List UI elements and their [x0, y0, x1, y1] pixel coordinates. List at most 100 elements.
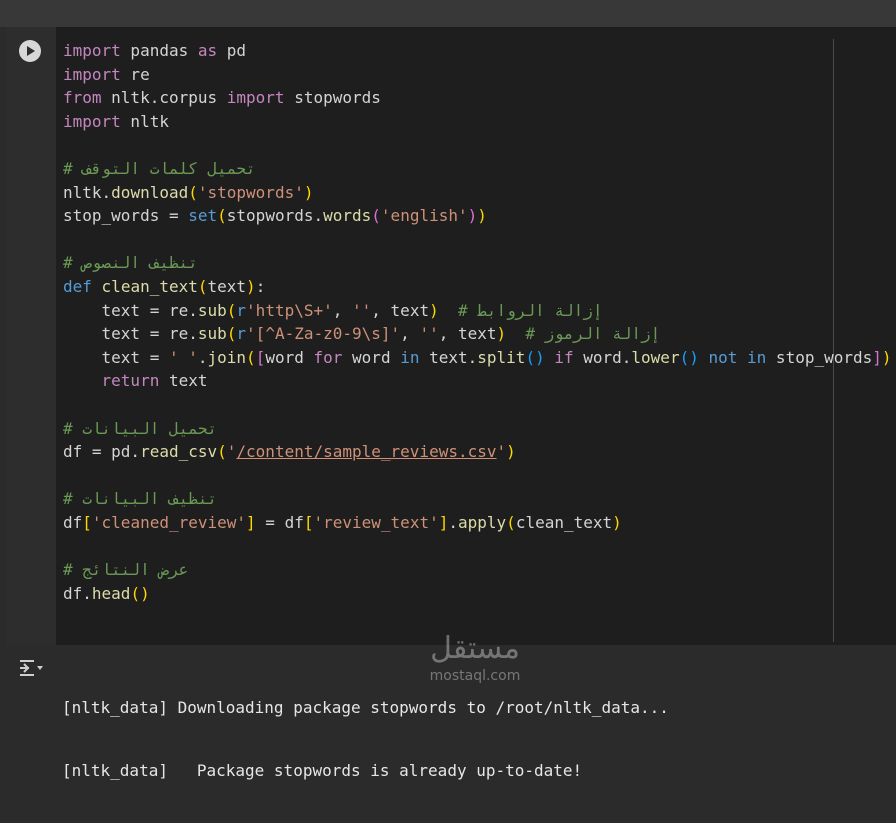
- code-line[interactable]: text = re.sub(r'[^A-Za-z0-9\s]', '', tex…: [63, 322, 893, 346]
- code-line[interactable]: [63, 228, 893, 252]
- code-line[interactable]: # عرض النتائج: [63, 558, 893, 582]
- code-line[interactable]: def clean_text(text):: [63, 275, 893, 299]
- code-token: 'http\S+': [246, 300, 333, 320]
- code-token: [: [82, 512, 92, 532]
- code-line[interactable]: import nltk: [63, 110, 893, 134]
- code-token: (: [371, 206, 381, 226]
- code-comment: # تنظيف النصوص: [63, 253, 198, 273]
- code-token: import: [63, 41, 121, 60]
- code-token: (: [506, 512, 516, 532]
- code-token: ]: [872, 347, 882, 367]
- code-line[interactable]: stop_words = set(stopwords.words('englis…: [63, 204, 893, 228]
- code-token: df = pd.: [63, 442, 141, 462]
- code-token: ): [496, 324, 507, 344]
- output-settings-icon[interactable]: [18, 657, 44, 679]
- code-token: , text: [371, 300, 430, 320]
- code-token: word: [342, 347, 401, 367]
- code-token: ): [246, 276, 256, 296]
- code-token: words: [323, 206, 372, 226]
- code-token: for: [313, 347, 343, 367]
- code-line[interactable]: [63, 464, 893, 488]
- code-line[interactable]: df['cleaned_review'] = df['review_text']…: [63, 511, 893, 535]
- code-token: from: [63, 88, 102, 108]
- code-token: pd: [217, 41, 247, 60]
- code-token: download: [111, 182, 189, 202]
- code-line[interactable]: # تحميل البيانات: [63, 417, 893, 441]
- code-token: :: [255, 276, 266, 296]
- code-token: sub: [197, 324, 227, 344]
- code-line[interactable]: df = pd.read_csv('/content/sample_review…: [63, 440, 893, 464]
- output-line: [nltk_data] Package stopwords is already…: [62, 761, 583, 780]
- code-token: 'stopwords': [197, 182, 304, 202]
- code-token: (): [525, 347, 545, 367]
- code-token: (): [679, 347, 699, 367]
- code-token: apply: [458, 512, 507, 532]
- code-line[interactable]: import re: [63, 63, 893, 87]
- code-line[interactable]: df.head(): [63, 582, 893, 606]
- code-token: stopwords: [284, 88, 381, 108]
- code-token: re: [120, 64, 150, 84]
- code-token: text = re.: [63, 300, 198, 320]
- code-editor[interactable]: import pandas as pd import re from nltk.co…: [63, 39, 893, 605]
- code-token: ' ': [168, 347, 198, 367]
- code-token: word: [265, 347, 314, 367]
- code-line[interactable]: from nltk.corpus import stopwords: [63, 86, 893, 110]
- code-line[interactable]: # تنظيف البيانات: [63, 487, 893, 511]
- code-line[interactable]: [63, 534, 893, 558]
- code-token: r: [236, 324, 247, 344]
- code-token: clean_text: [101, 276, 198, 296]
- code-line[interactable]: [63, 393, 893, 417]
- code-token: stop_words =: [63, 206, 189, 226]
- code-token: stop_words: [766, 347, 873, 367]
- code-token: nltk: [120, 111, 169, 131]
- code-line[interactable]: [63, 133, 893, 157]
- code-token: '': [352, 300, 372, 320]
- code-comment: # إزالة الروابط: [457, 300, 603, 320]
- code-token: sub: [197, 300, 227, 320]
- code-line[interactable]: text = re.sub(r'http\S+', '', text) # إز…: [63, 299, 893, 323]
- output-text: [nltk_data] Downloading package stopword…: [62, 655, 669, 823]
- code-token: ': [226, 442, 237, 462]
- code-token: ): [506, 442, 516, 462]
- cell-output: [nltk_data] Downloading package stopword…: [0, 645, 896, 780]
- code-token: .: [448, 512, 458, 532]
- code-token: (): [130, 583, 150, 603]
- cell-gutter: [6, 27, 56, 645]
- code-token: '[^A-Za-z0-9\s]': [246, 324, 401, 344]
- code-comment: # تنظيف البيانات: [63, 489, 218, 509]
- output-line: [nltk_data] Downloading package stopword…: [62, 698, 669, 717]
- code-line[interactable]: text = ' '.join([word for word in text.s…: [63, 346, 893, 370]
- code-token: (: [226, 324, 237, 344]
- code-token: in: [400, 347, 420, 367]
- code-token: text = re.: [63, 324, 198, 344]
- code-token: 'review_text': [313, 512, 439, 532]
- code-comment: # إزالة الرموز: [525, 324, 661, 344]
- code-token: in: [747, 347, 767, 367]
- code-token: import: [226, 88, 285, 108]
- code-token: ): [303, 182, 314, 202]
- code-token: text =: [63, 347, 169, 367]
- code-line[interactable]: return text: [63, 369, 893, 393]
- code-token: (: [226, 300, 237, 320]
- code-token: return: [101, 371, 160, 391]
- code-line[interactable]: import pandas as pd: [63, 39, 893, 63]
- play-icon[interactable]: [19, 40, 41, 62]
- code-token: (: [197, 276, 208, 296]
- code-cell[interactable]: import pandas as pd import re from nltk.co…: [6, 27, 896, 645]
- code-token: def: [63, 276, 92, 296]
- code-line[interactable]: nltk.download('stopwords'): [63, 181, 893, 205]
- top-bar: [0, 0, 896, 27]
- code-token: import: [63, 111, 121, 131]
- code-token: set: [188, 206, 218, 226]
- code-line[interactable]: # تحميل كلمات التوقف: [63, 157, 893, 181]
- code-token: word.: [573, 347, 632, 367]
- code-token: ': [496, 442, 507, 462]
- code-token: text: [159, 371, 208, 391]
- code-token: text: [207, 276, 247, 296]
- code-line[interactable]: # تنظيف النصوص: [63, 251, 893, 275]
